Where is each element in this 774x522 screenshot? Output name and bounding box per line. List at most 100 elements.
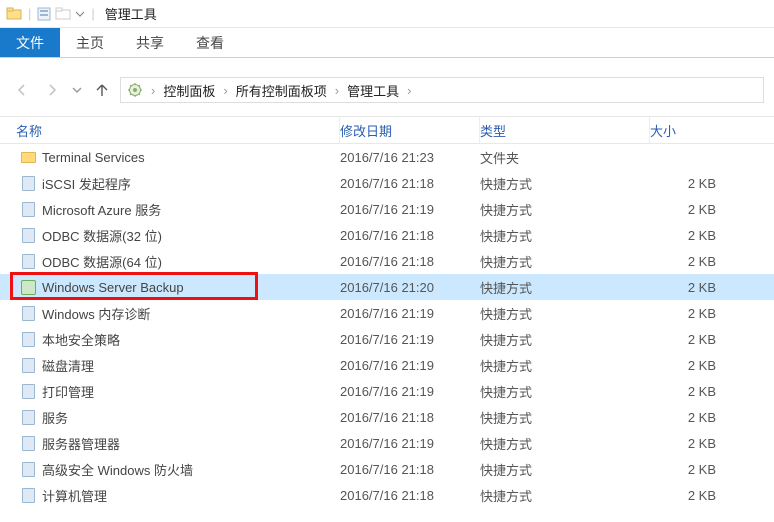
file-row[interactable]: Windows 内存诊断 2016/7/16 21:19快捷方式2 KB (0, 300, 774, 326)
shortcut-icon (20, 253, 36, 269)
chevron-right-icon[interactable]: › (335, 83, 339, 98)
titlebar-sep: | (28, 6, 31, 21)
file-row[interactable]: Terminal Services2016/7/16 21:23文件夹 (0, 144, 774, 170)
file-size: 2 KB (650, 202, 740, 217)
titlebar-sep2: | (91, 6, 94, 21)
chevron-right-icon[interactable]: › (407, 83, 411, 98)
blank-folder-icon[interactable] (55, 7, 71, 21)
shortcut-icon (20, 383, 36, 399)
file-type: 快捷方式 (480, 356, 650, 375)
folder-icon (20, 149, 36, 165)
forward-button[interactable] (40, 78, 64, 102)
breadcrumb[interactable]: › 控制面板 › 所有控制面板项 › 管理工具 › (120, 77, 764, 103)
file-type: 快捷方式 (480, 382, 650, 401)
file-type: 快捷方式 (480, 408, 650, 427)
file-row[interactable]: 服务 2016/7/16 21:18快捷方式2 KB (0, 404, 774, 430)
titlebar: | | 管理工具 (0, 0, 774, 28)
file-row[interactable]: Windows Server Backup 2016/7/16 21:20快捷方式… (0, 274, 774, 300)
file-type: 快捷方式 (480, 174, 650, 193)
file-date: 2016/7/16 21:23 (340, 150, 480, 165)
file-row[interactable]: ODBC 数据源(32 位)2016/7/16 21:18快捷方式2 KB (0, 222, 774, 248)
tab-1[interactable]: 主页 (60, 28, 120, 57)
file-type: 快捷方式 (480, 486, 650, 505)
file-size: 2 KB (650, 410, 740, 425)
file-size: 2 KB (650, 436, 740, 451)
file-date: 2016/7/16 21:20 (340, 280, 480, 295)
file-size: 2 KB (650, 280, 740, 295)
breadcrumb-item[interactable]: 管理工具 (347, 81, 399, 100)
file-row[interactable]: 磁盘清理 2016/7/16 21:19快捷方式2 KB (0, 352, 774, 378)
file-row[interactable]: 计算机管理2016/7/16 21:18快捷方式2 KB (0, 482, 774, 508)
file-name: 服务 (42, 408, 68, 427)
column-header-size[interactable]: 大小 (650, 117, 740, 143)
file-row[interactable]: 打印管理2016/7/16 21:19快捷方式2 KB (0, 378, 774, 404)
file-name: 磁盘清理 (42, 356, 94, 375)
file-size: 2 KB (650, 176, 740, 191)
file-name: Terminal Services (42, 150, 145, 165)
file-name: ODBC 数据源(32 位) (42, 226, 162, 245)
file-row[interactable]: ODBC 数据源(64 位) 2016/7/16 21:18快捷方式2 KB (0, 248, 774, 274)
file-size: 2 KB (650, 462, 740, 477)
tab-2[interactable]: 共享 (120, 28, 180, 57)
tab-0[interactable]: 文件 (0, 28, 60, 57)
dropdown-caret-icon[interactable] (75, 7, 85, 21)
chevron-right-icon[interactable]: › (151, 83, 155, 98)
file-type: 快捷方式 (480, 304, 650, 323)
file-type: 快捷方式 (480, 460, 650, 479)
file-size: 2 KB (650, 306, 740, 321)
file-name: Microsoft Azure 服务 (42, 200, 161, 219)
file-name: 计算机管理 (42, 486, 107, 505)
control-panel-icon (127, 82, 143, 98)
column-header-date[interactable]: 修改日期 (340, 117, 480, 143)
chevron-right-icon[interactable]: › (223, 83, 227, 98)
shortcut-icon (20, 175, 36, 191)
file-date: 2016/7/16 21:19 (340, 358, 480, 373)
file-date: 2016/7/16 21:18 (340, 254, 480, 269)
file-row[interactable]: 高级安全 Windows 防火墙2016/7/16 21:18快捷方式2 KB (0, 456, 774, 482)
file-size: 2 KB (650, 332, 740, 347)
file-size: 2 KB (650, 358, 740, 373)
file-row[interactable]: Microsoft Azure 服务 2016/7/16 21:19快捷方式2 K… (0, 196, 774, 222)
breadcrumb-item[interactable]: 控制面板 (163, 81, 215, 100)
file-name: 本地安全策略 (42, 330, 120, 349)
shortcut-icon (20, 409, 36, 425)
file-row[interactable]: iSCSI 发起程序2016/7/16 21:18快捷方式2 KB (0, 170, 774, 196)
file-date: 2016/7/16 21:19 (340, 436, 480, 451)
tab-3[interactable]: 查看 (180, 28, 240, 57)
file-row[interactable]: 服务器管理器 2016/7/16 21:19快捷方式2 KB (0, 430, 774, 456)
window-title: 管理工具 (105, 4, 157, 23)
file-date: 2016/7/16 21:19 (340, 306, 480, 321)
file-name: 高级安全 Windows 防火墙 (42, 460, 193, 479)
recent-dropdown-icon[interactable] (70, 78, 84, 102)
back-button[interactable] (10, 78, 34, 102)
file-name: 服务器管理器 (42, 434, 120, 453)
file-size: 2 KB (650, 384, 740, 399)
file-name: Windows 内存诊断 (42, 304, 150, 323)
properties-icon[interactable] (37, 7, 51, 21)
up-button[interactable] (90, 78, 114, 102)
breadcrumb-item[interactable]: 所有控制面板项 (236, 81, 327, 100)
column-header-name[interactable]: 名称 (0, 117, 340, 143)
file-type: 快捷方式 (480, 278, 650, 297)
file-name: Windows Server Backup (42, 280, 184, 295)
file-name: ODBC 数据源(64 位) (42, 252, 162, 271)
column-header-type[interactable]: 类型 (480, 117, 650, 143)
file-type: 快捷方式 (480, 252, 650, 271)
file-row[interactable]: 本地安全策略 2016/7/16 21:19快捷方式2 KB (0, 326, 774, 352)
file-date: 2016/7/16 21:19 (340, 332, 480, 347)
file-date: 2016/7/16 21:18 (340, 228, 480, 243)
file-size: 2 KB (650, 254, 740, 269)
folder-icon (6, 6, 22, 22)
shortcut-icon (20, 305, 36, 321)
shortcut-icon (20, 201, 36, 217)
file-date: 2016/7/16 21:18 (340, 410, 480, 425)
file-date: 2016/7/16 21:19 (340, 202, 480, 217)
file-type: 快捷方式 (480, 330, 650, 349)
column-headers: 名称 修改日期 类型 大小 (0, 116, 774, 144)
shortcut-icon (20, 487, 36, 503)
file-type: 快捷方式 (480, 434, 650, 453)
file-type: 快捷方式 (480, 200, 650, 219)
file-name: iSCSI 发起程序 (42, 174, 131, 193)
navbar: › 控制面板 › 所有控制面板项 › 管理工具 › (0, 74, 774, 106)
file-size: 2 KB (650, 488, 740, 503)
